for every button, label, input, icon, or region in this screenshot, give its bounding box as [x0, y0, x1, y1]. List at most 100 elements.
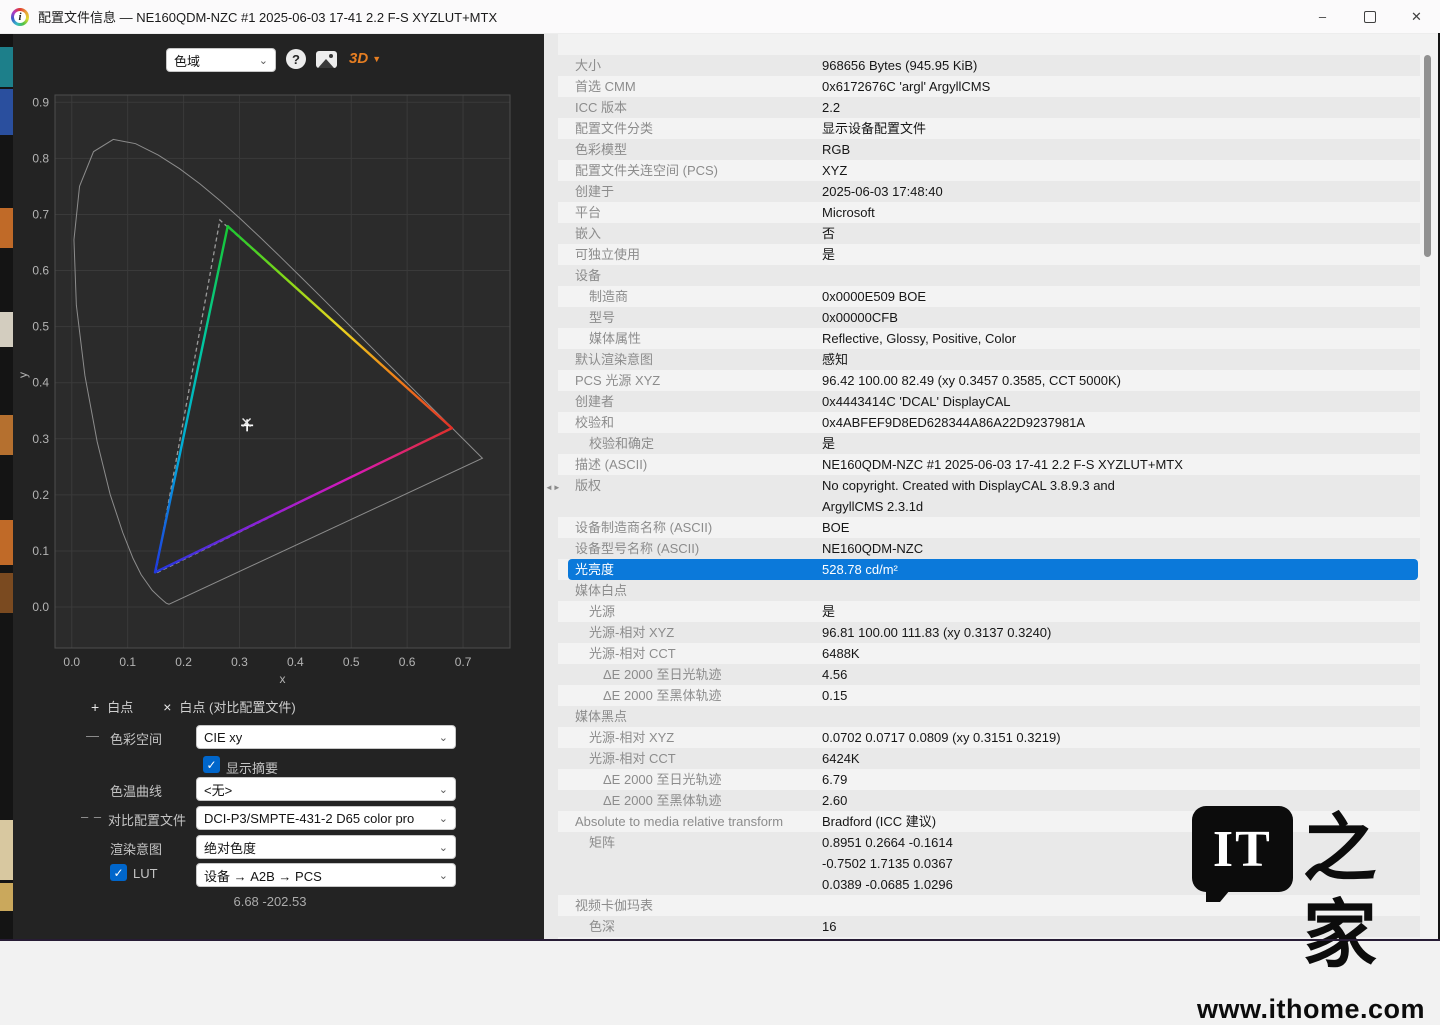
- lut-checkbox[interactable]: ✓: [110, 864, 127, 881]
- property-row[interactable]: 光源-相对 CCT6488K: [558, 643, 1420, 664]
- tempcurve-select[interactable]: <无> ⌄: [196, 777, 456, 801]
- property-label: 光源-相对 CCT: [558, 748, 822, 769]
- intent-select[interactable]: 绝对色度 ⌄: [196, 835, 456, 859]
- property-row[interactable]: 媒体黑点: [558, 706, 1420, 727]
- property-row[interactable]: 创建者0x4443414C 'DCAL' DisplayCAL: [558, 391, 1420, 412]
- property-label: 可独立使用: [558, 244, 822, 265]
- property-row[interactable]: 型号0x00000CFB: [558, 307, 1420, 328]
- property-label: 创建于: [558, 181, 822, 202]
- property-label: 校验和确定: [558, 433, 822, 454]
- property-label: 设备: [558, 265, 822, 286]
- scrollbar-thumb[interactable]: [1424, 55, 1431, 257]
- property-row[interactable]: 默认渲染意图感知: [558, 349, 1420, 370]
- property-label: 媒体黑点: [558, 706, 822, 727]
- panel-splitter[interactable]: ◄►: [544, 33, 558, 941]
- background-fragment: [0, 208, 13, 248]
- property-value: 0x4443414C 'DCAL' DisplayCAL: [822, 391, 1420, 412]
- property-label: 版权: [558, 475, 822, 517]
- save-image-button[interactable]: [316, 51, 337, 68]
- property-row[interactable]: 配置文件分类显示设备配置文件: [558, 118, 1420, 139]
- property-row[interactable]: 制造商0x0000E509 BOE: [558, 286, 1420, 307]
- dashed-line-icon: – –: [81, 809, 102, 824]
- compare-profile-select[interactable]: DCI-P3/SMPTE-431-2 D65 color pro ⌄: [196, 806, 456, 830]
- property-label: 光源-相对 XYZ: [558, 727, 822, 748]
- plot-area: [55, 95, 510, 648]
- chevron-down-icon: ⌄: [439, 731, 448, 744]
- property-label: 媒体白点: [558, 580, 822, 601]
- property-row[interactable]: 媒体白点: [558, 580, 1420, 601]
- property-label: 大小: [558, 55, 822, 76]
- chevron-down-icon: ⌄: [439, 783, 448, 796]
- view-3d-button[interactable]: 3D ▼: [349, 50, 381, 67]
- property-row[interactable]: PCS 光源 XYZ96.42 100.00 82.49 (xy 0.3457 …: [558, 370, 1420, 391]
- plot-type-value: 色域: [174, 51, 200, 70]
- maximize-button[interactable]: [1346, 0, 1393, 33]
- property-row[interactable]: 平台Microsoft: [558, 202, 1420, 223]
- lut-direction-select[interactable]: 设备 → A2B → PCS ⌄: [196, 863, 456, 887]
- property-label: 光亮度: [568, 559, 822, 580]
- property-row-selected[interactable]: 光亮度528.78 cd/m²: [568, 559, 1418, 580]
- property-row[interactable]: 描述 (ASCII)NE160QDM-NZC #1 2025-06-03 17-…: [558, 454, 1420, 475]
- property-value: Microsoft: [822, 202, 1420, 223]
- property-row[interactable]: 校验和确定是: [558, 433, 1420, 454]
- window-title: 配置文件信息 — NE160QDM-NZC #1 2025-06-03 17-4…: [38, 7, 497, 26]
- y-tick-label: 0.4: [32, 376, 49, 390]
- close-button[interactable]: ✕: [1393, 0, 1440, 33]
- property-row[interactable]: 光源-相对 XYZ0.0702 0.0717 0.0809 (xy 0.3151…: [558, 727, 1420, 748]
- property-row[interactable]: 版权No copyright. Created with DisplayCAL …: [558, 475, 1420, 517]
- property-label: ΔE 2000 至日光轨迹: [558, 664, 822, 685]
- check-icon: ✓: [206, 758, 216, 772]
- minimize-button[interactable]: –: [1299, 0, 1346, 33]
- property-value: NE160QDM-NZC #1 2025-06-03 17-41 2.2 F-S…: [822, 454, 1420, 475]
- y-tick-label: 0.0: [32, 600, 49, 614]
- property-row[interactable]: 媒体属性Reflective, Glossy, Positive, Color: [558, 328, 1420, 349]
- property-value: RGB: [822, 139, 1420, 160]
- property-row[interactable]: 嵌入否: [558, 223, 1420, 244]
- property-value: 6.79: [822, 769, 1420, 790]
- property-row[interactable]: 设备: [558, 265, 1420, 286]
- cross-marker-icon: ×: [163, 699, 171, 715]
- background-fragment: [0, 89, 13, 135]
- property-row[interactable]: ICC 版本2.2: [558, 97, 1420, 118]
- background-fragment: [0, 415, 13, 455]
- property-row[interactable]: 大小968656 Bytes (945.95 KiB): [558, 55, 1420, 76]
- ithome-logo-icon: IT: [1192, 806, 1293, 892]
- background-window-sliver: [0, 33, 13, 941]
- x-tick-label: 0.2: [175, 655, 192, 669]
- property-row[interactable]: 光源-相对 CCT6424K: [558, 748, 1420, 769]
- background-fragment: [0, 573, 13, 613]
- property-row[interactable]: 配置文件关连空间 (PCS)XYZ: [558, 160, 1420, 181]
- property-row[interactable]: 光源-相对 XYZ96.81 100.00 111.83 (xy 0.3137 …: [558, 622, 1420, 643]
- x-tick-label: 0.5: [343, 655, 360, 669]
- property-row[interactable]: ΔE 2000 至日光轨迹4.56: [558, 664, 1420, 685]
- ithome-url: www.ithome.com: [1192, 994, 1425, 1025]
- property-row[interactable]: ΔE 2000 至黑体轨迹0.15: [558, 685, 1420, 706]
- property-row[interactable]: ΔE 2000 至日光轨迹6.79: [558, 769, 1420, 790]
- show-summary-checkbox[interactable]: ✓: [203, 756, 220, 773]
- property-label: 色深: [558, 916, 822, 937]
- property-row[interactable]: 首选 CMM0x6172676C 'argl' ArgyllCMS: [558, 76, 1420, 97]
- property-row[interactable]: 创建于2025-06-03 17:48:40: [558, 181, 1420, 202]
- property-value: 2025-06-03 17:48:40: [822, 181, 1420, 202]
- chevron-down-icon: ⌄: [259, 54, 268, 67]
- property-row[interactable]: 设备制造商名称 (ASCII)BOE: [558, 517, 1420, 538]
- property-value: 6488K: [822, 643, 1420, 664]
- chart-legend: + 白点 × 白点 (对比配置文件): [91, 697, 296, 716]
- ithome-watermark: IT 之家 www.ithome.com: [1192, 806, 1425, 1025]
- x-tick-label: 0.0: [63, 655, 80, 669]
- property-row[interactable]: 校验和0x4ABFEF9D8ED628344A86A22D9237981A: [558, 412, 1420, 433]
- property-row[interactable]: 色彩模型RGB: [558, 139, 1420, 160]
- x-tick-label: 0.7: [455, 655, 472, 669]
- property-row[interactable]: 可独立使用是: [558, 244, 1420, 265]
- property-value: 2.2: [822, 97, 1420, 118]
- colorspace-select[interactable]: CIE xy ⌄: [196, 725, 456, 749]
- help-button[interactable]: ?: [286, 49, 306, 69]
- property-row[interactable]: 光源是: [558, 601, 1420, 622]
- property-row[interactable]: 设备型号名称 (ASCII)NE160QDM-NZC: [558, 538, 1420, 559]
- x-tick-label: 0.1: [119, 655, 136, 669]
- property-value: No copyright. Created with DisplayCAL 3.…: [822, 475, 1420, 517]
- property-label: 光源: [558, 601, 822, 622]
- chevron-down-icon: ⌄: [439, 869, 448, 882]
- property-value: 否: [822, 223, 1420, 244]
- plot-type-select[interactable]: 色域 ⌄: [166, 48, 276, 72]
